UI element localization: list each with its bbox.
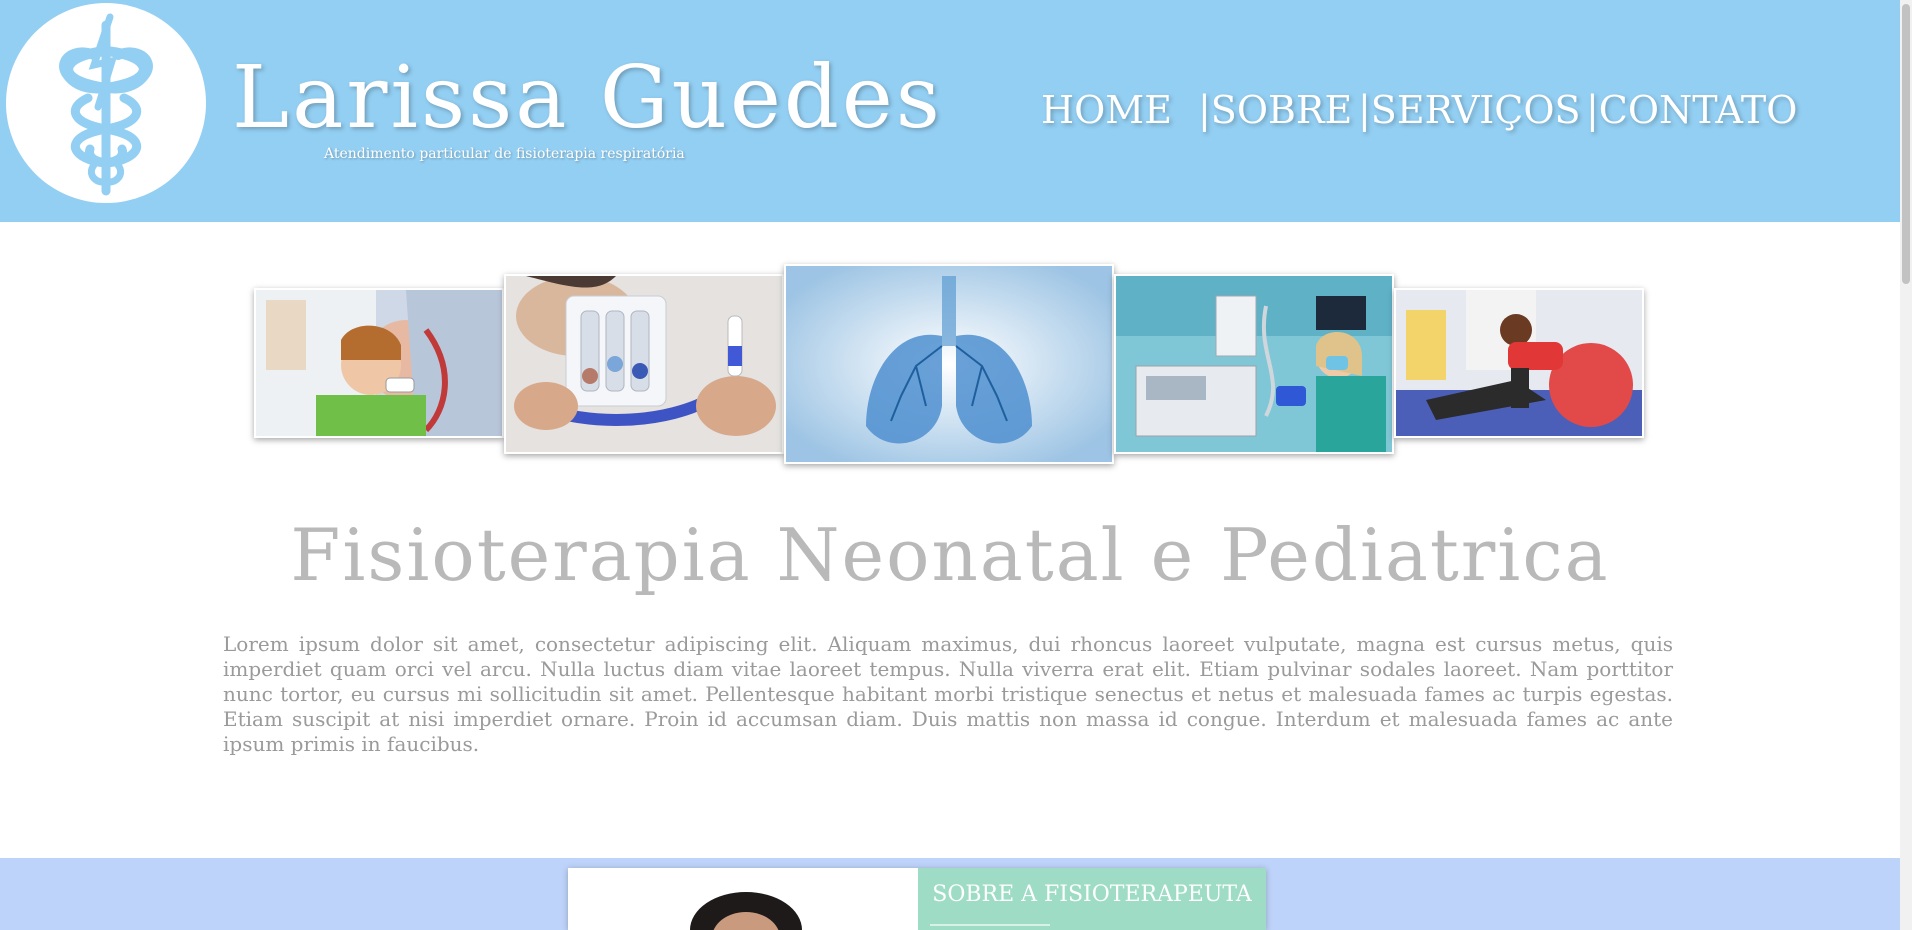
about-title: SOBRE A FISIOTERAPEUTA	[932, 882, 1252, 907]
nav-home[interactable]: HOME	[1041, 86, 1172, 134]
page-scrollbar[interactable]	[1900, 0, 1912, 930]
gallery-image-lungs[interactable]	[784, 264, 1114, 464]
nav-contato[interactable]: |CONTATO	[1586, 86, 1797, 134]
section-title: Fisioterapia Neonatal e Pediatrica	[290, 513, 1610, 597]
gallery-image-ball-therapy[interactable]	[1394, 288, 1644, 438]
gallery-image-spirometer[interactable]	[504, 274, 784, 454]
nav-sobre[interactable]: |SOBRE	[1198, 86, 1352, 134]
nav-servicos[interactable]: |SERVIÇOS	[1358, 86, 1581, 134]
main-nav: HOME |SOBRE |SERVIÇOS |CONTATO	[0, 86, 1900, 136]
about-divider	[930, 924, 1050, 926]
gallery-image-child-therapy[interactable]	[254, 288, 504, 438]
scrollbar-thumb[interactable]	[1902, 4, 1910, 284]
site-header: Larissa Guedes Atendimento particular de…	[0, 0, 1900, 222]
site-tagline: Atendimento particular de fisioterapia r…	[324, 146, 685, 162]
section-body-text: Lorem ipsum dolor sit amet, consectetur …	[223, 632, 1673, 756]
gallery-image-ventilator[interactable]	[1114, 274, 1394, 454]
therapist-photo	[568, 868, 918, 930]
image-gallery	[0, 262, 1900, 466]
about-panel: SOBRE A FISIOTERAPEUTA	[918, 868, 1266, 930]
about-card: SOBRE A FISIOTERAPEUTA	[568, 868, 1266, 930]
